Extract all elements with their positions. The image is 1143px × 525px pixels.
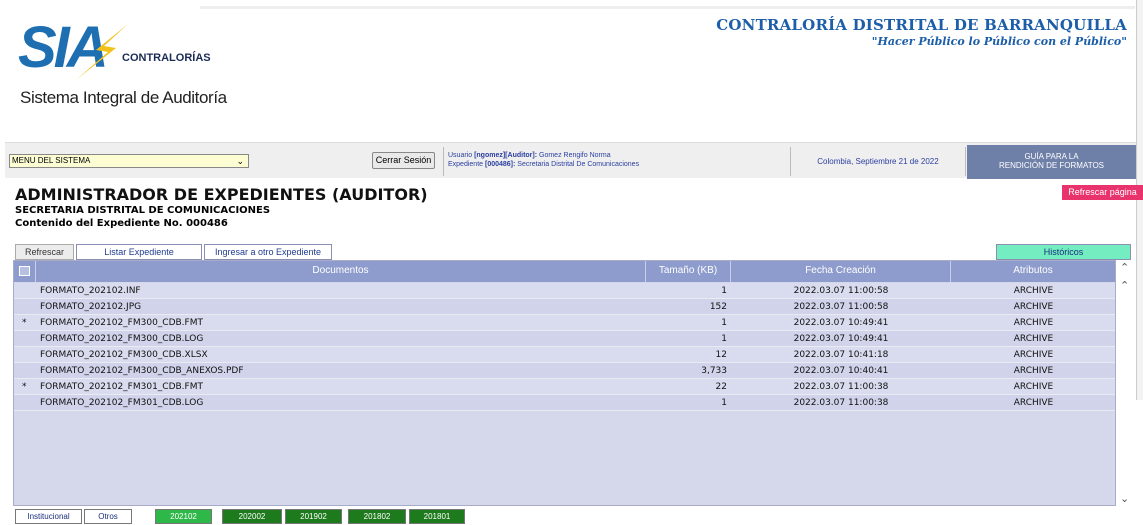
document-name: FORMATO_202102_FM300_CDB.FMT: [40, 318, 203, 328]
document-date: 2022.03.07 11:00:58: [793, 286, 889, 296]
table-row[interactable]: FORMATO_202102_FM300_CDB.LOG 1 2022.03.07 …: [14, 331, 1115, 347]
document-date: 2022.03.07 10:41:18: [793, 350, 889, 360]
row-marker: [22, 331, 34, 347]
document-size: 12: [715, 350, 727, 360]
document-attributes: ARCHIVE: [1013, 382, 1054, 392]
scroll-down-icon[interactable]: ⌄: [1120, 492, 1129, 505]
document-size: 152: [709, 302, 727, 312]
user-name: Gomez Rengifo Norma: [539, 152, 611, 159]
table-header: Documentos Tamaño (KB) Fecha Creación At…: [14, 261, 1115, 282]
document-attributes: ARCHIVE: [1013, 334, 1054, 344]
scroll-up-icon[interactable]: ⌃: [1120, 261, 1129, 274]
document-date: 2022.03.07 10:49:41: [793, 318, 889, 328]
select-column[interactable]: [14, 261, 36, 282]
document-date: 2022.03.07 10:40:41: [793, 366, 889, 376]
window-scrollbar[interactable]: [1136, 0, 1143, 400]
document-name: FORMATO_202102_FM301_CDB.FMT: [40, 382, 203, 392]
column-documents[interactable]: Documentos: [36, 261, 646, 282]
document-date: 2022.03.07 11:00:38: [793, 398, 889, 408]
logo-subtitle: Sistema Integral de Auditoría: [20, 88, 227, 107]
document-size: 1: [721, 398, 727, 408]
document-name: FORMATO_202102.INF: [40, 286, 141, 296]
table-row[interactable]: FORMATO_202102.JPG 152 2022.03.07 11:00:58…: [14, 299, 1115, 315]
table-row[interactable]: * FORMATO_202102_FM301_CDB.FMT 22 2022.03.0…: [14, 379, 1115, 395]
org-name: CONTRALORÍA DISTRITAL DE BARRANQUILLA: [716, 16, 1127, 34]
period-tab[interactable]: Otros: [84, 509, 132, 524]
logo-brand: CONTRALORÍAS: [122, 52, 211, 64]
column-size[interactable]: Tamaño (KB): [646, 261, 731, 282]
document-size: 1: [721, 318, 727, 328]
page-title: ADMINISTRADOR DE EXPEDIENTES (AUDITOR): [15, 185, 428, 204]
table-row[interactable]: FORMATO_202102_FM300_CDB.XLSX 12 2022.03.0…: [14, 347, 1115, 363]
period-tab[interactable]: 202102: [155, 509, 212, 524]
document-date: 2022.03.07 10:49:41: [793, 334, 889, 344]
column-menu-icon: [19, 266, 30, 276]
document-size: 1: [721, 286, 727, 296]
row-marker: [22, 363, 34, 379]
logout-button[interactable]: Cerrar Sesión: [372, 152, 435, 169]
tab-other-file[interactable]: Ingresar a otro Expediente: [204, 244, 332, 260]
user-info: Usuario [ngomez][Auditor]: Gomez Rengifo…: [443, 147, 791, 176]
table-row[interactable]: * FORMATO_202102_FM300_CDB.FMT 1 2022.03.07…: [14, 315, 1115, 331]
column-attributes[interactable]: Atributos: [951, 261, 1115, 282]
document-attributes: ARCHIVE: [1013, 318, 1054, 328]
row-marker: *: [22, 382, 27, 392]
page-subtitle: SECRETARIA DISTRITAL DE COMUNICACIONES: [15, 205, 271, 216]
user-line: Usuario [ngomez][Auditor]: Gomez Rengifo…: [448, 152, 611, 159]
row-marker: [22, 347, 34, 363]
system-menu-value: MENU DEL SISTEMA: [12, 156, 91, 165]
documents-table: Documentos Tamaño (KB) Fecha Creación At…: [13, 260, 1116, 506]
org-motto: "Hacer Público lo Público con el Público…: [871, 35, 1127, 48]
document-size: 22: [715, 382, 727, 392]
row-marker: [22, 283, 34, 299]
document-size: 3,733: [701, 366, 727, 376]
table-row[interactable]: FORMATO_202102_FM301_CDB.LOG 1 2022.03.07 …: [14, 395, 1115, 411]
document-name: FORMATO_202102.JPG: [40, 302, 142, 312]
scroll-up-small-icon[interactable]: ⌃: [1120, 279, 1129, 292]
table-row[interactable]: FORMATO_202102_FM300_CDB_ANEXOS.PDF 3,733…: [14, 363, 1115, 379]
toolbar: MENU DEL SISTEMA ⌄ Cerrar Sesión Usuario…: [5, 142, 1136, 179]
document-attributes: ARCHIVE: [1013, 302, 1054, 312]
system-menu-select[interactable]: MENU DEL SISTEMA ⌄: [9, 154, 249, 168]
tab-list-file[interactable]: Listar Expediente: [76, 244, 202, 260]
file-name: Secretaria Distrital De Comunicaciones: [517, 161, 640, 168]
top-strip: [200, 6, 1135, 9]
tab-history[interactable]: Históricos: [996, 244, 1131, 260]
table-row[interactable]: FORMATO_202102.INF 1 2022.03.07 11:00:58 AR…: [14, 283, 1115, 299]
period-tab[interactable]: 201802: [348, 509, 406, 524]
document-date: 2022.03.07 11:00:38: [793, 382, 889, 392]
chevron-down-icon: ⌄: [236, 156, 244, 166]
content-title: Contenido del Expediente No. 000486: [15, 218, 228, 229]
period-tab[interactable]: Institucional: [15, 509, 82, 524]
period-tab[interactable]: 201801: [409, 509, 465, 524]
file-id: [000486]:: [484, 161, 516, 168]
document-attributes: ARCHIVE: [1013, 398, 1054, 408]
row-marker: [22, 395, 34, 411]
document-date: 2022.03.07 11:00:58: [793, 302, 889, 312]
document-name: FORMATO_202102_FM300_CDB.XLSX: [40, 350, 208, 360]
document-size: 1: [721, 334, 727, 344]
org-header: CONTRALORÍA DISTRITAL DE BARRANQUILLA "H…: [716, 16, 1127, 48]
row-marker: [22, 299, 34, 315]
document-attributes: ARCHIVE: [1013, 366, 1054, 376]
period-tab[interactable]: 201902: [285, 509, 342, 524]
tab-refresh[interactable]: Refrescar: [15, 244, 74, 260]
document-attributes: ARCHIVE: [1013, 286, 1054, 296]
document-attributes: ARCHIVE: [1013, 350, 1054, 360]
document-name: FORMATO_202102_FM300_CDB_ANEXOS.PDF: [40, 366, 244, 376]
sia-logo: SIA CONTRALORÍAS Sistema Integral de Aud…: [18, 18, 238, 118]
refresh-page-button[interactable]: Refrescar página: [1062, 185, 1143, 200]
column-created[interactable]: Fecha Creación: [731, 261, 951, 282]
guide-button[interactable]: GUÍA PARA LA RENDICIÓN DE FORMATOS: [967, 145, 1136, 179]
document-name: FORMATO_202102_FM301_CDB.LOG: [40, 398, 204, 408]
file-line: Expediente [000486]: Secretaria Distrita…: [448, 161, 640, 168]
current-date: Colombia, Septiembre 21 de 2022: [791, 147, 966, 176]
table-scrollbar[interactable]: ⌃ ⌃ ⌄: [1116, 260, 1136, 506]
user-id: [ngomez][Auditor]:: [474, 152, 538, 159]
row-marker: *: [22, 318, 27, 328]
period-tab[interactable]: 202002: [222, 509, 282, 524]
document-name: FORMATO_202102_FM300_CDB.LOG: [40, 334, 204, 344]
